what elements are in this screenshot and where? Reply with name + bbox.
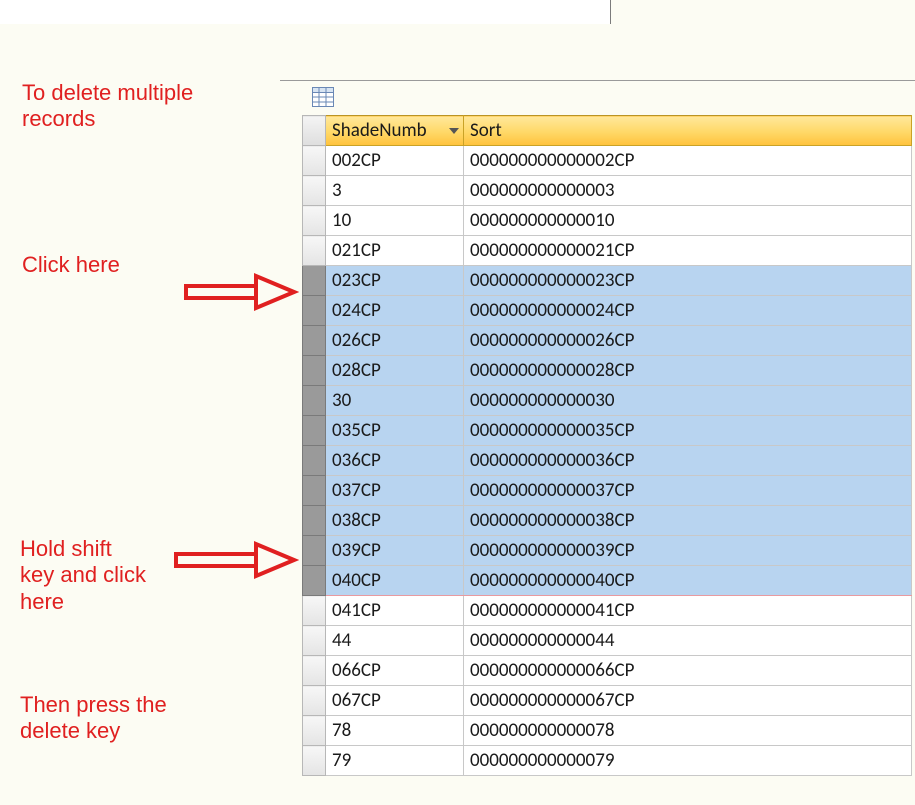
column-header-shadenumber[interactable]: ShadeNumb <box>326 116 464 146</box>
cell-sort[interactable]: 000000000000003 <box>464 176 912 206</box>
column-header-row[interactable]: ShadeNumb Sort <box>303 116 912 146</box>
column-header-label: Sort <box>470 119 502 142</box>
row-selector[interactable] <box>303 596 326 626</box>
table-row[interactable]: 79000000000000079 <box>303 746 912 776</box>
cell-sort[interactable]: 000000000000026CP <box>464 326 912 356</box>
cell-shadenumber[interactable]: 10 <box>326 206 464 236</box>
row-selector[interactable] <box>303 476 326 506</box>
table-row[interactable]: 041CP000000000000041CP <box>303 596 912 626</box>
row-selector[interactable] <box>303 446 326 476</box>
cell-sort[interactable]: 000000000000010 <box>464 206 912 236</box>
cell-sort[interactable]: 000000000000030 <box>464 386 912 416</box>
cell-shadenumber[interactable]: 041CP <box>326 596 464 626</box>
cell-shadenumber[interactable]: 036CP <box>326 446 464 476</box>
cell-sort[interactable]: 000000000000002CP <box>464 146 912 176</box>
table-row[interactable]: 78000000000000078 <box>303 716 912 746</box>
row-selector[interactable] <box>303 236 326 266</box>
cell-shadenumber[interactable]: 038CP <box>326 506 464 536</box>
row-selector[interactable] <box>303 506 326 536</box>
cell-sort[interactable]: 000000000000041CP <box>464 596 912 626</box>
cell-sort[interactable]: 000000000000044 <box>464 626 912 656</box>
table-row[interactable]: 039CP000000000000039CP <box>303 536 912 566</box>
cell-sort[interactable]: 000000000000035CP <box>464 416 912 446</box>
row-selector[interactable] <box>303 686 326 716</box>
cell-shadenumber[interactable]: 028CP <box>326 356 464 386</box>
row-selector[interactable] <box>303 716 326 746</box>
table-row[interactable]: 067CP000000000000067CP <box>303 686 912 716</box>
row-selector[interactable] <box>303 326 326 356</box>
cell-sort[interactable]: 000000000000066CP <box>464 656 912 686</box>
cell-sort[interactable]: 000000000000028CP <box>464 356 912 386</box>
cell-sort[interactable]: 000000000000021CP <box>464 236 912 266</box>
dropdown-icon[interactable] <box>449 128 459 134</box>
table-row[interactable]: 3000000000000003 <box>303 176 912 206</box>
table-row[interactable]: 021CP000000000000021CP <box>303 236 912 266</box>
column-header-label: ShadeNumb <box>332 119 427 142</box>
row-selector[interactable] <box>303 146 326 176</box>
row-selector[interactable] <box>303 536 326 566</box>
annotation-title: To delete multiple records <box>22 80 193 133</box>
table-row[interactable]: 10000000000000010 <box>303 206 912 236</box>
row-selector[interactable] <box>303 176 326 206</box>
annotation-then-delete: Then press the delete key <box>20 692 167 745</box>
cell-sort[interactable]: 000000000000036CP <box>464 446 912 476</box>
table-row[interactable]: 037CP000000000000037CP <box>303 476 912 506</box>
cell-shadenumber[interactable]: 023CP <box>326 266 464 296</box>
cell-sort[interactable]: 000000000000024CP <box>464 296 912 326</box>
cell-sort[interactable]: 000000000000078 <box>464 716 912 746</box>
cell-sort[interactable]: 000000000000023CP <box>464 266 912 296</box>
row-selector[interactable] <box>303 206 326 236</box>
table-row[interactable]: 066CP000000000000066CP <box>303 656 912 686</box>
select-all-cell[interactable] <box>303 116 326 146</box>
datasheet-view-icon <box>312 87 334 107</box>
annotation-hold-shift: Hold shift key and click here <box>20 536 146 615</box>
cell-sort[interactable]: 000000000000079 <box>464 746 912 776</box>
table-row[interactable]: 002CP000000000000002CP <box>303 146 912 176</box>
cell-sort[interactable]: 000000000000067CP <box>464 686 912 716</box>
cell-shadenumber[interactable]: 039CP <box>326 536 464 566</box>
table-row[interactable]: 44000000000000044 <box>303 626 912 656</box>
table-row[interactable]: 30000000000000030 <box>303 386 912 416</box>
cell-shadenumber[interactable]: 021CP <box>326 236 464 266</box>
cell-shadenumber[interactable]: 79 <box>326 746 464 776</box>
row-selector[interactable] <box>303 746 326 776</box>
table-row[interactable]: 024CP000000000000024CP <box>303 296 912 326</box>
cell-shadenumber[interactable]: 3 <box>326 176 464 206</box>
cell-shadenumber[interactable]: 024CP <box>326 296 464 326</box>
row-selector[interactable] <box>303 356 326 386</box>
cell-shadenumber[interactable]: 026CP <box>326 326 464 356</box>
cell-sort[interactable]: 000000000000040CP <box>464 566 912 596</box>
row-selector[interactable] <box>303 266 326 296</box>
row-selector[interactable] <box>303 386 326 416</box>
datasheet-table[interactable]: ShadeNumb Sort 002CP000000000000002CP300… <box>302 115 912 776</box>
cell-shadenumber[interactable]: 30 <box>326 386 464 416</box>
row-selector[interactable] <box>303 656 326 686</box>
row-selector[interactable] <box>303 626 326 656</box>
cell-shadenumber[interactable]: 040CP <box>326 566 464 596</box>
cell-shadenumber[interactable]: 067CP <box>326 686 464 716</box>
cell-sort[interactable]: 000000000000037CP <box>464 476 912 506</box>
cell-shadenumber[interactable]: 002CP <box>326 146 464 176</box>
row-selector[interactable] <box>303 416 326 446</box>
cell-sort[interactable]: 000000000000038CP <box>464 506 912 536</box>
window-chrome-fragment <box>0 0 611 25</box>
datasheet-container: ShadeNumb Sort 002CP000000000000002CP300… <box>280 80 915 785</box>
table-row[interactable]: 028CP000000000000028CP <box>303 356 912 386</box>
annotation-click-here: Click here <box>22 252 120 278</box>
cell-shadenumber[interactable]: 035CP <box>326 416 464 446</box>
cell-shadenumber[interactable]: 037CP <box>326 476 464 506</box>
table-row[interactable]: 040CP000000000000040CP <box>303 566 912 596</box>
table-row[interactable]: 035CP000000000000035CP <box>303 416 912 446</box>
cell-sort[interactable]: 000000000000039CP <box>464 536 912 566</box>
table-row[interactable]: 023CP000000000000023CP <box>303 266 912 296</box>
row-selector[interactable] <box>303 566 326 596</box>
column-header-sort[interactable]: Sort <box>464 116 912 146</box>
row-selector[interactable] <box>303 296 326 326</box>
cell-shadenumber[interactable]: 78 <box>326 716 464 746</box>
table-row[interactable]: 026CP000000000000026CP <box>303 326 912 356</box>
cell-shadenumber[interactable]: 066CP <box>326 656 464 686</box>
table-row[interactable]: 036CP000000000000036CP <box>303 446 912 476</box>
cell-shadenumber[interactable]: 44 <box>326 626 464 656</box>
table-row[interactable]: 038CP000000000000038CP <box>303 506 912 536</box>
